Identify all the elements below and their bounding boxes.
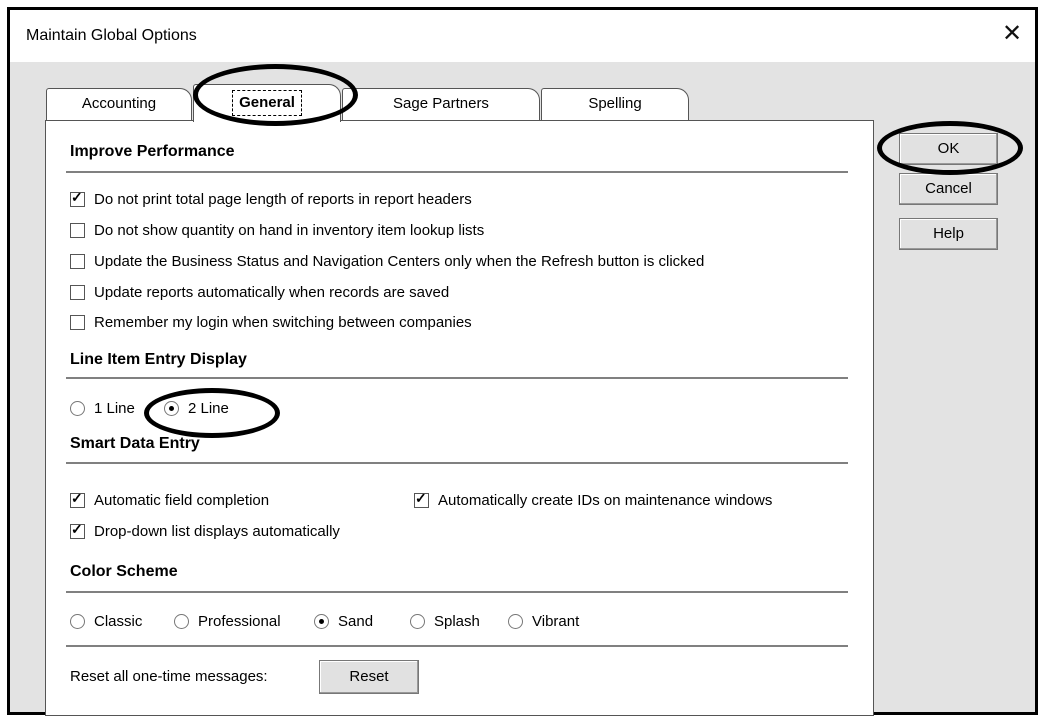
section-divider [66,171,848,174]
section-divider [66,591,848,594]
radio-button[interactable] [314,614,329,629]
tab-spelling[interactable]: Spelling [541,88,689,120]
help-button[interactable]: Help [899,218,998,250]
tab-label: Sage Partners [393,95,489,112]
option-label: 2 Line [188,400,229,417]
radio-button[interactable] [70,614,85,629]
checkbox[interactable] [70,254,85,269]
dialog-title: Maintain Global Options [26,27,197,44]
tab-sage-partners[interactable]: Sage Partners [342,88,540,120]
option-label: Update the Business Status and Navigatio… [94,253,705,270]
option-label: Automatically create IDs on maintenance … [438,492,773,509]
option-label: Vibrant [532,613,580,630]
tab-label: Accounting [81,95,157,112]
option-label: Sand [338,613,374,630]
tab-label: General [232,90,302,116]
option-remember-login[interactable]: Remember my login when switching between… [70,314,472,331]
radio-button[interactable] [410,614,425,629]
radio-1-line[interactable]: 1 Line [70,400,135,417]
section-heading-improve-performance: Improve Performance [70,143,235,160]
cancel-button[interactable]: Cancel [899,173,998,205]
radio-button[interactable] [70,401,85,416]
radio-classic[interactable]: Classic [70,613,142,630]
tab-accounting[interactable]: Accounting [46,88,192,120]
checkbox[interactable] [70,315,85,330]
option-label: Automatic field completion [94,492,270,509]
option-update-reports-auto[interactable]: Update reports automatically when record… [70,284,449,301]
radio-splash[interactable]: Splash [410,613,480,630]
tab-general[interactable]: General [193,84,341,122]
option-dropdown-auto[interactable]: Drop-down list displays automatically [70,521,340,540]
tab-label: Spelling [588,95,642,112]
section-heading-color-scheme: Color Scheme [70,563,178,580]
section-divider [66,377,848,380]
reset-messages-label: Reset all one-time messages: [70,668,268,685]
checkbox[interactable] [70,521,85,539]
general-tab-panel: Improve Performance Do not print total p… [45,120,874,716]
radio-sand[interactable]: Sand [314,613,373,630]
option-no-print-page-length[interactable]: Do not print total page length of report… [70,189,472,208]
radio-vibrant[interactable]: Vibrant [508,613,579,630]
radio-2-line[interactable]: 2 Line [164,400,229,417]
reset-button[interactable]: Reset [319,660,419,694]
option-label: Update reports automatically when record… [94,284,450,301]
option-label: Do not print total page length of report… [94,191,472,208]
radio-button[interactable] [508,614,523,629]
option-auto-create-ids[interactable]: Automatically create IDs on maintenance … [414,490,773,509]
radio-button[interactable] [174,614,189,629]
option-label: Remember my login when switching between… [94,314,472,331]
ok-button[interactable]: OK [899,133,998,165]
reset-label: Reset all one-time messages: [70,668,268,685]
option-auto-field-completion[interactable]: Automatic field completion [70,490,270,509]
section-divider [66,645,848,648]
radio-professional[interactable]: Professional [174,613,281,630]
option-label: Professional [198,613,281,630]
checkbox[interactable] [70,223,85,238]
section-heading-smart-data: Smart Data Entry [70,435,200,452]
section-heading-line-item: Line Item Entry Display [70,351,247,368]
option-label: Do not show quantity on hand in inventor… [94,222,485,239]
title-bar: Maintain Global Options ✕ [10,10,1035,62]
option-update-on-refresh[interactable]: Update the Business Status and Navigatio… [70,253,704,270]
section-divider [66,462,848,465]
option-label: 1 Line [94,400,135,417]
radio-button[interactable] [164,401,179,416]
checkbox[interactable] [70,189,85,207]
option-no-show-quantity[interactable]: Do not show quantity on hand in inventor… [70,222,484,239]
checkbox[interactable] [414,490,429,508]
checkbox[interactable] [70,490,85,508]
dialog-window: Maintain Global Options ✕ Accounting Gen… [7,7,1038,716]
option-label: Splash [434,613,480,630]
close-icon[interactable]: ✕ [997,20,1027,50]
option-label: Drop-down list displays automatically [94,523,340,540]
checkbox[interactable] [70,285,85,300]
option-label: Classic [94,613,143,630]
